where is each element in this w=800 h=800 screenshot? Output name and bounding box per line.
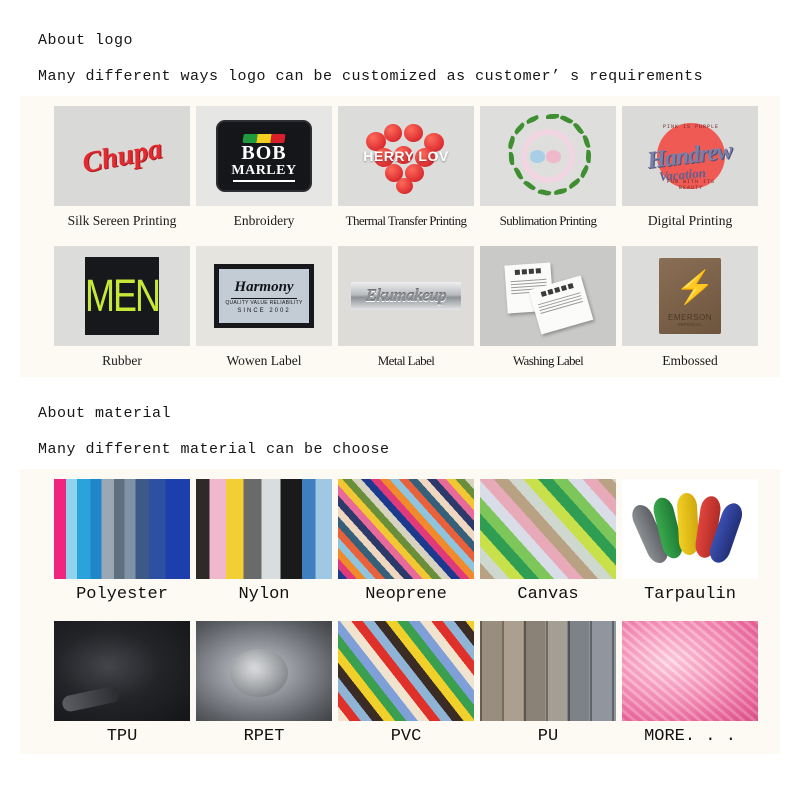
woven-label-border: Harmony QUALITY VALUE RELIABILITY SINCE … [214, 264, 314, 328]
harmony-since: SINCE 2002 [237, 307, 291, 314]
nylon-swatch-image [196, 479, 332, 579]
material-item-label: Canvas [517, 585, 579, 604]
bob-line-2: MARLEY [231, 162, 297, 178]
logo-item-silk-screen[interactable]: Chupa Silk Sereen Printing [54, 106, 196, 229]
material-row-2: TPU RPET PVC PU MORE. . . [20, 621, 780, 746]
logo-item-sublimation[interactable]: Sublimation Printing [480, 106, 622, 229]
logo-item-embossed[interactable]: ⚡ EMERSON IMPERIAL Embossed [622, 246, 764, 369]
harmony-wordmark: Harmony [234, 278, 294, 295]
material-item-label: PVC [390, 727, 422, 746]
material-item-label: Polyester [76, 585, 168, 604]
material-item-label: PU [537, 727, 559, 746]
material-item-polyester[interactable]: Polyester [54, 479, 196, 604]
sublimation-wreath-image [480, 106, 616, 206]
polyester-swatch-image [54, 479, 190, 579]
logo-item-digital-printing[interactable]: PINK IS PURPLE Handrew Vacation FUN WITH… [622, 106, 764, 229]
logo-item-label: Thermal Transfer Printing [345, 213, 467, 228]
material-section-subtitle: Many different material can be choose [38, 441, 390, 458]
logo-item-label: Metal Label [377, 353, 435, 368]
harmony-tagline: QUALITY VALUE RELIABILITY [225, 299, 303, 306]
men-rubber-patch: MEN [85, 257, 161, 335]
bob-line-1: BOB [241, 141, 287, 164]
woven-label-face: Harmony QUALITY VALUE RELIABILITY SINCE … [219, 269, 309, 323]
logo-item-washing-label[interactable]: Washing Label [480, 246, 622, 369]
woven-harmony-image: Harmony QUALITY VALUE RELIABILITY SINCE … [196, 246, 332, 346]
herry-lov-text: HERRY LOV [363, 148, 449, 164]
logo-item-rubber[interactable]: MEN Rubber [54, 246, 196, 369]
logo-item-label: Washing Label [512, 353, 584, 368]
material-gallery-panel: Polyester Nylon Neoprene Canvas Tarpauli… [20, 469, 780, 754]
metal-nameplate: Ekumakeup [351, 282, 461, 310]
washing-label-image [480, 246, 616, 346]
rasta-flag-icon [242, 133, 286, 143]
chupa-wordmark: Chupa [79, 132, 165, 179]
pu-swatch-image [480, 621, 616, 721]
canvas-swatch-image [480, 479, 616, 579]
logo-section-header: About logo Many different ways logo can … [0, 0, 800, 85]
emerson-wordmark: EMERSON [668, 313, 712, 322]
material-item-label: Tarpaulin [644, 585, 736, 604]
material-row-1: Polyester Nylon Neoprene Canvas Tarpauli… [20, 479, 780, 604]
metal-label-image: Ekumakeup [338, 246, 474, 346]
logo-item-label: Enbroidery [233, 213, 295, 228]
thermal-transfer-heart-image: HERRY LOV [338, 106, 474, 206]
material-item-rpet[interactable]: RPET [196, 621, 338, 746]
digital-badge-icon: PINK IS PURPLE Handrew Vacation FUN WITH… [646, 123, 734, 191]
lightning-bolt-icon: ⚡ [675, 269, 715, 305]
tarpaulin-swatch-image [622, 479, 758, 579]
material-item-canvas[interactable]: Canvas [480, 479, 622, 604]
material-item-pvc[interactable]: PVC [338, 621, 480, 746]
emerson-sub: IMPERIAL [677, 322, 703, 327]
logo-item-label: Digital Printing [647, 213, 733, 228]
logo-item-metal-label[interactable]: Ekumakeup Metal Label [338, 246, 480, 369]
logo-row-2: MEN Rubber Harmony QUALITY VALUE RELIABI… [20, 246, 780, 369]
logo-item-label: Silk Sereen Printing [67, 213, 177, 228]
logo-item-label: Embossed [662, 353, 718, 368]
logo-item-label: Wowen Label [226, 353, 302, 368]
bob-marley-patch: BOB MARLEY [216, 120, 312, 192]
tpu-swatch-image [54, 621, 190, 721]
logo-item-woven-label[interactable]: Harmony QUALITY VALUE RELIABILITY SINCE … [196, 246, 338, 369]
material-item-neoprene[interactable]: Neoprene [338, 479, 480, 604]
digital-printing-image: PINK IS PURPLE Handrew Vacation FUN WITH… [622, 106, 758, 206]
logo-gallery-panel: Chupa Silk Sereen Printing BOB MARLEY En… [20, 96, 780, 377]
bird-blue-icon [530, 150, 545, 163]
ekumakeup-wordmark: Ekumakeup [365, 286, 447, 305]
material-item-label: TPU [106, 727, 138, 746]
product-catalog-page: About logo Many different ways logo can … [0, 0, 800, 800]
bob-underline [233, 179, 295, 182]
men-text: MEN [85, 269, 161, 321]
material-item-label: RPET [243, 727, 285, 746]
bird-pink-icon [546, 150, 561, 163]
rpet-swatch-image [196, 621, 332, 721]
material-item-tarpaulin[interactable]: Tarpaulin [622, 479, 764, 604]
logo-item-embroidery[interactable]: BOB MARLEY Enbroidery [196, 106, 338, 229]
material-item-label: Neoprene [365, 585, 447, 604]
material-section-title: About material [38, 405, 172, 422]
more-swatch-image [622, 621, 758, 721]
silk-screen-chupa-image: Chupa [54, 106, 190, 206]
logo-item-label: Rubber [102, 353, 142, 368]
pvc-swatch-image [338, 621, 474, 721]
material-item-pu[interactable]: PU [480, 621, 622, 746]
logo-section-subtitle: Many different ways logo can be customiz… [38, 68, 704, 85]
leaf-wreath-icon [502, 112, 594, 200]
logo-item-thermal-transfer[interactable]: HERRY LOV Thermal Transfer Printing [338, 106, 480, 229]
material-item-nylon[interactable]: Nylon [196, 479, 338, 604]
material-item-label: Nylon [238, 585, 290, 604]
strawberry-heart-icon: HERRY LOV [358, 118, 454, 194]
rubber-men-image: MEN [54, 246, 190, 346]
leather-patch: ⚡ EMERSON IMPERIAL [659, 258, 721, 334]
neoprene-swatch-image [338, 479, 474, 579]
logo-item-label: Sublimation Printing [499, 213, 597, 228]
material-item-tpu[interactable]: TPU [54, 621, 196, 746]
material-item-more[interactable]: MORE. . . [622, 621, 764, 746]
embossed-leather-image: ⚡ EMERSON IMPERIAL [622, 246, 758, 346]
logo-row-1: Chupa Silk Sereen Printing BOB MARLEY En… [20, 106, 780, 229]
embroidery-bob-marley-image: BOB MARLEY [196, 106, 332, 206]
material-section-header: About material Many different material c… [0, 377, 800, 458]
logo-section-title: About logo [38, 32, 134, 49]
material-item-label: MORE. . . [644, 727, 736, 746]
